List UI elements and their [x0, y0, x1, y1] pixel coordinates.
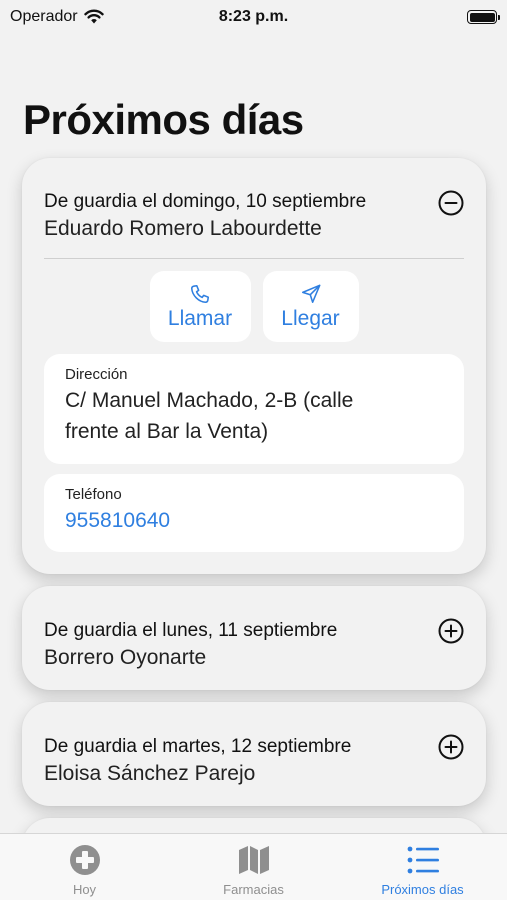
card-pharmacy-name: Eloisa Sánchez Parejo [44, 762, 256, 785]
card-header[interactable]: De guardia el martes, 12 septiembre Eloi… [22, 702, 486, 786]
pharmacy-card-expanded: De guardia el domingo, 10 septiembre Edu… [22, 158, 486, 574]
tab-farmacias-label: Farmacias [223, 882, 284, 897]
call-button-label: Llamar [167, 306, 233, 330]
address-line-1: C/ Manuel Machado, 2-B (calle [65, 389, 354, 412]
phone-box: Teléfono 955810640 [44, 474, 464, 552]
map-icon [238, 846, 269, 874]
card-header[interactable]: De guardia el lunes, 11 septiembre Borre… [22, 586, 486, 670]
address-line-2: frente al Bar la Venta) [65, 420, 269, 443]
tab-proximos-dias[interactable]: Próximos días [338, 834, 507, 897]
pharmacy-card[interactable]: De guardia el lunes, 11 septiembre Borre… [22, 586, 486, 690]
tab-bar: Hoy Farmacias Próximos días [0, 833, 507, 900]
pharmacy-card[interactable]: De guardia el martes, 12 septiembre Eloi… [22, 702, 486, 806]
directions-button[interactable]: Llegar [262, 271, 359, 342]
status-left: Operador [10, 8, 104, 26]
action-buttons: Llamar Llegar [22, 271, 486, 342]
card-day-label: De guardia el martes, 12 septiembre [44, 736, 352, 757]
status-bar: Operador 8:23 p.m. [0, 0, 507, 34]
card-header[interactable]: De guardia el domingo, 10 septiembre Edu… [22, 158, 486, 258]
card-day-label: De guardia el lunes, 11 septiembre [44, 620, 338, 641]
wifi-icon [83, 9, 104, 24]
minus-circle-icon[interactable] [438, 190, 464, 216]
tab-farmacias[interactable]: Farmacias [169, 834, 338, 897]
directions-button-label: Llegar [281, 306, 340, 330]
battery-icon [467, 10, 500, 24]
phone-icon [190, 284, 210, 303]
phone-label: Teléfono [65, 486, 122, 503]
address-box: Dirección C/ Manuel Machado, 2-B (calle … [44, 354, 464, 464]
divider [44, 258, 464, 259]
page-title: Próximos días [23, 96, 304, 143]
card-pharmacy-name: Borrero Oyonarte [44, 646, 207, 669]
plus-circle-icon[interactable] [438, 734, 464, 760]
carrier-label: Operador [10, 8, 78, 25]
list-icon [407, 846, 439, 874]
medical-cross-icon [69, 845, 100, 875]
call-button[interactable]: Llamar [149, 271, 251, 342]
plus-circle-icon[interactable] [438, 618, 464, 644]
phone-number-link[interactable]: 955810640 [65, 505, 443, 536]
tab-proximos-dias-label: Próximos días [381, 882, 464, 897]
card-day-label: De guardia el domingo, 10 septiembre [44, 191, 367, 212]
location-arrow-icon [301, 284, 320, 303]
address-label: Dirección [65, 366, 128, 383]
card-pharmacy-name: Eduardo Romero Labourdette [44, 217, 322, 240]
tab-hoy-label: Hoy [72, 882, 97, 897]
tab-hoy[interactable]: Hoy [0, 834, 169, 897]
